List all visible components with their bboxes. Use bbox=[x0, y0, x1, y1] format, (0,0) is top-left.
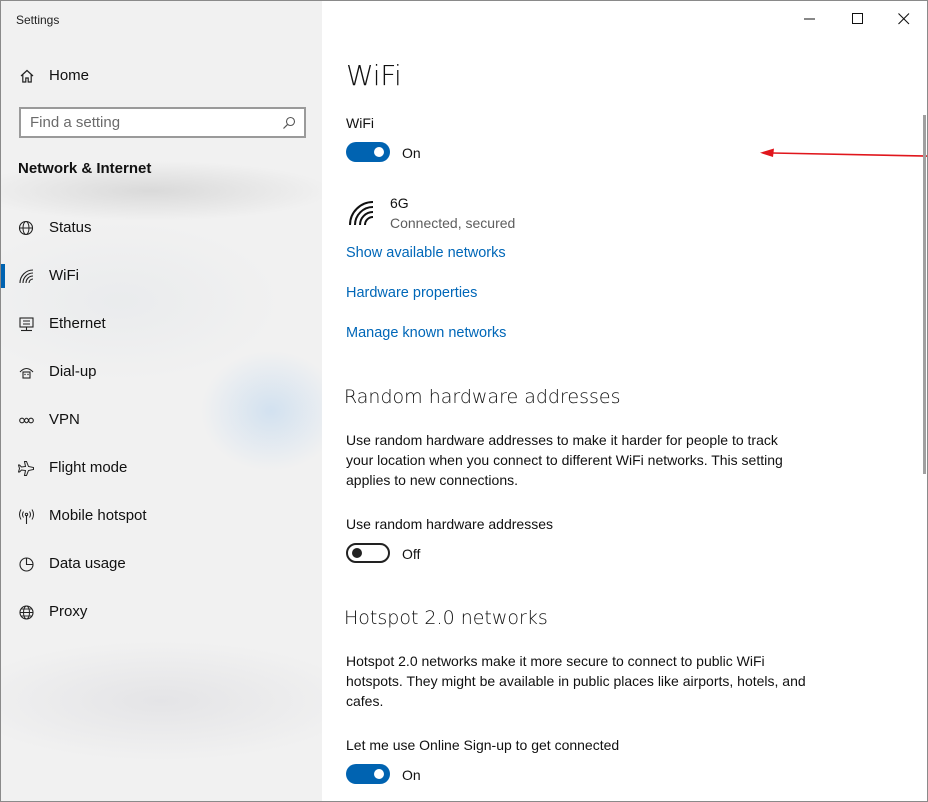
vpn-icon bbox=[18, 412, 35, 429]
show-available-networks-link[interactable]: Show available networks bbox=[346, 245, 506, 261]
random-hw-heading: Random hardware addresses bbox=[344, 386, 621, 408]
airplane-icon bbox=[17, 460, 35, 477]
sidebar-item-ethernet[interactable]: Ethernet bbox=[1, 304, 322, 344]
random-hw-description: Use random hardware addresses to make it… bbox=[346, 432, 783, 488]
random-hw-toggle-label: Use random hardware addresses bbox=[346, 516, 553, 532]
wifi-icon bbox=[18, 268, 35, 285]
minimize-icon bbox=[804, 18, 815, 20]
sidebar-item-label: Flight mode bbox=[49, 459, 128, 476]
search-box[interactable] bbox=[19, 107, 306, 138]
globe-status-icon bbox=[18, 220, 35, 237]
toggle-knob bbox=[374, 147, 384, 157]
scrollbar[interactable] bbox=[923, 115, 926, 474]
hotspot-icon bbox=[18, 508, 35, 525]
dial-up-icon bbox=[18, 364, 35, 381]
content-pane: WiFi WiFi On 6G Connected, secured Show … bbox=[322, 1, 927, 801]
sidebar-item-status[interactable]: Status bbox=[1, 208, 322, 248]
network-name[interactable]: 6G bbox=[390, 195, 409, 211]
home-icon bbox=[19, 68, 35, 84]
minimize-button[interactable] bbox=[787, 1, 833, 37]
toggle-knob bbox=[374, 769, 384, 779]
sidebar-item-data-usage[interactable]: Data usage bbox=[1, 544, 322, 584]
sidebar-item-label: Status bbox=[49, 219, 92, 236]
random-hw-toggle-state: Off bbox=[402, 546, 421, 562]
maximize-button[interactable] bbox=[835, 1, 881, 37]
data-usage-icon bbox=[18, 556, 35, 573]
search-input[interactable] bbox=[21, 109, 271, 136]
online-signup-toggle[interactable] bbox=[346, 764, 390, 784]
sidebar-item-label: Proxy bbox=[49, 603, 88, 620]
close-button[interactable] bbox=[881, 1, 927, 37]
network-status: Connected, secured bbox=[390, 215, 516, 231]
manage-known-networks-link[interactable]: Manage known networks bbox=[346, 325, 506, 341]
random-hw-toggle[interactable] bbox=[346, 543, 390, 563]
sidebar-item-label: VPN bbox=[49, 411, 80, 428]
sidebar-item-mobile-hotspot[interactable]: Mobile hotspot bbox=[1, 496, 322, 536]
search-icon[interactable] bbox=[282, 116, 296, 130]
selection-indicator bbox=[1, 264, 5, 288]
nav-home[interactable]: Home bbox=[1, 59, 322, 93]
wifi-toggle-label: WiFi bbox=[346, 115, 374, 131]
nav-home-label: Home bbox=[49, 67, 90, 84]
sidebar-section-title: Network & Internet bbox=[18, 160, 152, 177]
wifi-toggle[interactable] bbox=[346, 142, 390, 162]
toggle-knob bbox=[352, 548, 362, 558]
wifi-signal-icon bbox=[348, 200, 378, 226]
sidebar-item-label: Mobile hotspot bbox=[49, 507, 147, 524]
close-icon bbox=[898, 13, 910, 25]
app-title: Settings bbox=[16, 13, 60, 27]
hardware-properties-link[interactable]: Hardware properties bbox=[346, 285, 477, 301]
sidebar-item-label: WiFi bbox=[49, 267, 79, 284]
settings-window: Settings Home Network & Internet Status bbox=[0, 0, 928, 802]
sidebar-item-proxy[interactable]: Proxy bbox=[1, 592, 322, 632]
maximize-icon bbox=[852, 13, 863, 24]
page-title: WiFi bbox=[346, 59, 402, 92]
sidebar-item-label: Dial-up bbox=[49, 363, 97, 380]
wifi-toggle-state: On bbox=[402, 145, 421, 161]
sidebar-item-wifi[interactable]: WiFi bbox=[1, 256, 322, 296]
online-signup-toggle-state: On bbox=[402, 767, 421, 783]
hotspot20-description: Hotspot 2.0 networks make it more secure… bbox=[346, 653, 806, 709]
sidebar-item-dial-up[interactable]: Dial-up bbox=[1, 352, 322, 392]
online-signup-toggle-label: Let me use Online Sign-up to get connect… bbox=[346, 737, 620, 753]
sidebar-item-vpn[interactable]: VPN bbox=[1, 400, 322, 440]
ethernet-icon bbox=[18, 316, 35, 333]
sidebar-item-label: Data usage bbox=[49, 555, 126, 572]
hotspot20-heading: Hotspot 2.0 networks bbox=[344, 607, 548, 629]
sidebar-item-label: Ethernet bbox=[49, 315, 106, 332]
sidebar: Settings Home Network & Internet Status bbox=[1, 1, 322, 801]
annotation-arrow bbox=[760, 148, 927, 157]
globe-icon bbox=[18, 604, 35, 621]
sidebar-item-flight-mode[interactable]: Flight mode bbox=[1, 448, 322, 488]
